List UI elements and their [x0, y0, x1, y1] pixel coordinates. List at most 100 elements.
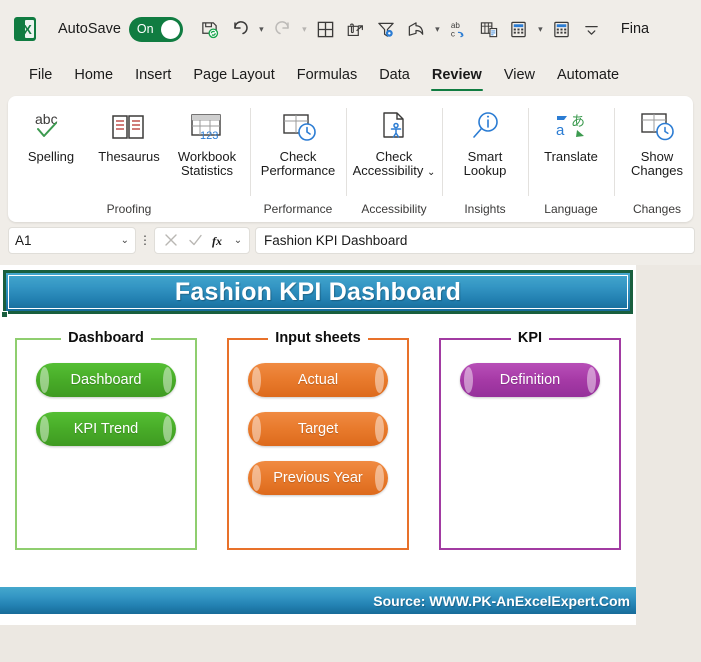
tab-file[interactable]: File — [18, 64, 63, 86]
name-box-chevron-down-icon[interactable]: ⌄ — [121, 235, 129, 246]
undo-icon[interactable] — [225, 13, 255, 45]
button-dashboard[interactable]: Dashboard — [36, 363, 176, 397]
panel-input-sheets-title: Input sheets — [268, 330, 367, 346]
formula-bar-more-options-icon[interactable]: ⋮ — [136, 227, 154, 254]
smart-lookup-label: Smart Lookup — [448, 150, 522, 178]
share-icon[interactable] — [401, 13, 431, 45]
quick-access-toolbar: X AutoSave On ▾ ▾ — [0, 0, 701, 58]
translate-button[interactable]: aあ Translate — [532, 100, 610, 164]
name-box[interactable]: A1 ⌄ — [8, 227, 136, 254]
check-performance-button[interactable]: Check Performance — [254, 100, 342, 178]
dashboard-title-text: Fashion KPI Dashboard — [175, 278, 461, 307]
pill-glint-left — [252, 465, 261, 491]
tab-data[interactable]: Data — [368, 64, 421, 86]
formula-chevron-down-icon[interactable]: ⌄ — [231, 228, 245, 253]
check-accessibility-icon — [374, 106, 414, 148]
ribbon-group-label-accessibility: Accessibility — [350, 202, 438, 222]
redo-icon[interactable] — [268, 13, 298, 45]
dashboard-title-banner[interactable]: Fashion KPI Dashboard — [3, 270, 633, 314]
cancel-x-icon[interactable] — [159, 228, 183, 253]
panel-dashboard-body: Dashboard KPI Trend — [15, 351, 197, 446]
pill-glint-right — [375, 367, 384, 393]
customize-quick-access-icon[interactable] — [577, 13, 607, 45]
ribbon-review: abc Spelling Thesaurus 123 Workbook Stat… — [8, 96, 693, 222]
calculator-icon[interactable] — [504, 13, 534, 45]
formula-actions: fx ⌄ — [154, 227, 250, 254]
calculator-alt-icon[interactable] — [547, 13, 577, 45]
ribbon-group-label-changes: Changes — [618, 202, 693, 222]
smart-lookup-button[interactable]: Smart Lookup — [446, 100, 524, 178]
ribbon-group-label-language: Language — [532, 202, 610, 222]
ribbon-group-label-performance: Performance — [254, 202, 342, 222]
autosave-label: AutoSave — [58, 21, 121, 37]
formula-bar: A1 ⌄ ⋮ fx ⌄ Fashion KPI Dashboard — [0, 222, 701, 258]
workbook-statistics-icon: 123 — [186, 106, 228, 148]
panel-kpi-body: Definition — [439, 351, 621, 397]
ribbon-group-language: aあ Translate Language — [528, 100, 614, 222]
table-grid-icon[interactable] — [311, 13, 341, 45]
check-accessibility-button[interactable]: Check Accessibility ⌄ — [350, 100, 438, 179]
excel-window: X AutoSave On ▾ ▾ — [0, 0, 701, 662]
tab-view[interactable]: View — [493, 64, 546, 86]
workbook-statistics-label: Workbook Statistics — [170, 150, 244, 178]
filter-settings-icon[interactable] — [371, 13, 401, 45]
panel-dashboard: Dashboard Dashboard KPI Trend — [15, 325, 197, 446]
ribbon-group-label-insights: Insights — [446, 202, 524, 222]
undo-dropdown-caret-icon[interactable]: ▾ — [255, 13, 268, 45]
toggle-knob — [161, 20, 180, 39]
tab-review[interactable]: Review — [421, 64, 493, 86]
source-text: Source: WWW.PK-AnExcelExpert.Com — [373, 593, 630, 609]
chevron-down-icon[interactable]: ⌄ — [427, 167, 435, 178]
spelling-button[interactable]: abc Spelling — [12, 100, 90, 164]
spelling-abc-icon[interactable]: abc — [444, 13, 474, 45]
button-dashboard-label: Dashboard — [71, 372, 142, 388]
thesaurus-button[interactable]: Thesaurus — [90, 100, 168, 164]
enter-check-icon[interactable] — [183, 228, 207, 253]
panel-input-sheets-body: Actual Target Previous Year — [227, 351, 409, 495]
ribbon-group-accessibility: Check Accessibility ⌄ Accessibility — [346, 100, 442, 222]
autosave-state-label: On — [137, 22, 154, 36]
tab-formulas[interactable]: Formulas — [286, 64, 368, 86]
show-changes-button[interactable]: Show Changes — [618, 100, 693, 178]
tab-home[interactable]: Home — [63, 64, 124, 86]
workbook-filename[interactable]: Fina — [621, 21, 649, 37]
pill-glint-left — [40, 367, 49, 393]
autosave-toggle[interactable]: On — [129, 17, 183, 42]
sheet-bottom-gutter — [0, 625, 701, 662]
svg-text:あ: あ — [571, 113, 585, 129]
cell-selection-handle[interactable] — [1, 311, 8, 318]
spreadsheet-canvas: Fashion KPI Dashboard Dashboard Dashboar… — [0, 265, 636, 625]
ribbon-group-proofing: abc Spelling Thesaurus 123 Workbook Stat… — [8, 100, 250, 222]
share-dropdown-caret-icon[interactable]: ▾ — [431, 13, 444, 45]
panel-input-sheets: Input sheets Actual Target — [227, 325, 409, 495]
workbook-statistics-button[interactable]: 123 Workbook Statistics — [168, 100, 246, 178]
button-target[interactable]: Target — [248, 412, 388, 446]
tab-page-layout[interactable]: Page Layout — [182, 64, 285, 86]
button-previous-year-label: Previous Year — [273, 470, 362, 486]
button-actual[interactable]: Actual — [248, 363, 388, 397]
button-definition[interactable]: Definition — [460, 363, 600, 397]
tab-insert[interactable]: Insert — [124, 64, 182, 86]
button-previous-year[interactable]: Previous Year — [248, 461, 388, 495]
button-kpi-trend[interactable]: KPI Trend — [36, 412, 176, 446]
sheet-right-gutter — [636, 265, 701, 625]
pivot-table-icon[interactable] — [474, 13, 504, 45]
dashboard-panels: Dashboard Dashboard KPI Trend — [0, 325, 636, 575]
redo-dropdown-caret-icon[interactable]: ▾ — [298, 13, 311, 45]
quick-access-icon-group: ▾ ▾ ▾ abc — [195, 13, 607, 45]
check-accessibility-text: Check Accessibility — [353, 149, 424, 178]
smart-lookup-icon — [466, 106, 504, 148]
insert-function-fx-icon[interactable]: fx — [207, 228, 231, 253]
name-box-value: A1 — [15, 233, 121, 248]
pill-glint-right — [375, 465, 384, 491]
pill-glint-right — [375, 416, 384, 442]
formula-input[interactable]: Fashion KPI Dashboard — [255, 227, 695, 254]
tab-automate[interactable]: Automate — [546, 64, 630, 86]
attach-export-icon[interactable] — [341, 13, 371, 45]
save-refresh-icon[interactable] — [195, 13, 225, 45]
svg-text:a: a — [556, 122, 565, 139]
calculator-dropdown-caret-icon[interactable]: ▾ — [534, 13, 547, 45]
show-changes-label: Show Changes — [620, 150, 693, 178]
thesaurus-label: Thesaurus — [98, 150, 159, 164]
pill-glint-left — [252, 416, 261, 442]
